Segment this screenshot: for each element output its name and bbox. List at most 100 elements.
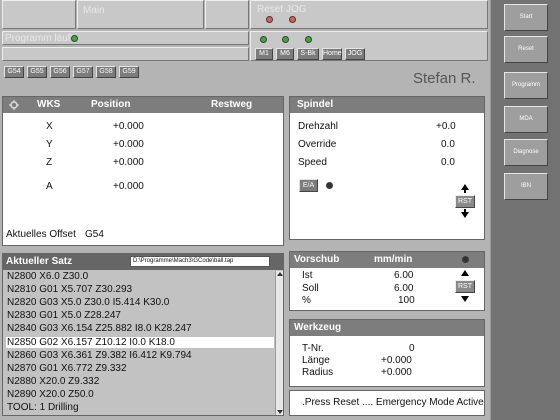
gcode-line[interactable]: N2890 X20.0 Z50.0	[6, 388, 274, 400]
g58-button[interactable]: G58	[96, 66, 116, 78]
werkzeug-title: Werkzeug	[294, 322, 342, 333]
offset-label: Aktuelles Offset	[6, 229, 76, 240]
g56-button[interactable]: G56	[50, 66, 70, 78]
m1-button[interactable]: M1	[255, 48, 273, 60]
speed-value: 0.0	[441, 157, 455, 168]
radius-label: Radius	[302, 367, 334, 378]
single-block-button[interactable]: S-Bk	[297, 48, 319, 60]
spindel-header: Spindel	[290, 97, 484, 113]
axis-a-label: A	[46, 181, 53, 192]
wks-settings-icon	[9, 100, 19, 113]
mda-button[interactable]: MDA	[504, 106, 548, 133]
gcode-line-current[interactable]: N2850 G02 X6.157 Z10.12 I0.0 K18.0	[6, 336, 274, 348]
vorschub-header: Vorschub mm/min	[290, 252, 484, 268]
percent-value: 100	[398, 295, 415, 306]
vorschub-title: Vorschub	[294, 254, 340, 265]
vorschub-unit: mm/min	[374, 254, 413, 265]
message-bar: .Press Reset .... Emergency Mode Active.	[289, 390, 485, 416]
jog-indicator-led	[289, 16, 296, 23]
status-box: Reset JOG	[250, 0, 488, 29]
wks-header: WKS Position Restweg	[3, 97, 283, 113]
axis-y-position: +0.000	[113, 139, 144, 150]
scroll-up-icon[interactable]	[277, 272, 283, 276]
top-mid-box	[205, 0, 249, 29]
ea-led	[326, 182, 333, 189]
gcode-line[interactable]: N2880 X20.0 Z9.332	[6, 375, 274, 387]
m1-led	[260, 36, 267, 43]
start-button[interactable]: Start	[504, 4, 548, 31]
ea-button[interactable]: E/A	[299, 179, 318, 192]
ist-label: Ist	[302, 270, 313, 281]
file-path-field[interactable]: D:\Programme\Mach3\GCode\ball.tap	[130, 256, 270, 267]
gcode-line[interactable]: N2830 G01 X5.0 Z28.247	[6, 310, 274, 322]
diagnose-button[interactable]: Diagnose	[504, 139, 548, 166]
mode-label: Main	[83, 5, 105, 16]
scroll-down-icon[interactable]	[277, 410, 283, 414]
gcode-line[interactable]: N2810 G01 X5.707 Z30.293	[6, 284, 274, 296]
spindel-title: Spindel	[297, 99, 334, 110]
feed-rst-button[interactable]: RST	[455, 280, 475, 293]
axis-x-label: X	[46, 121, 53, 132]
laenge-label: Länge	[302, 355, 330, 366]
right-sidebar: Start Reset Programm MDA Diagnose IBN	[490, 0, 560, 420]
g55-button[interactable]: G55	[27, 66, 47, 78]
axis-z-label: Z	[46, 157, 53, 168]
feed-down-arrow-icon[interactable]	[461, 296, 469, 302]
reset-label: Reset	[257, 4, 284, 15]
program-status-text: Programm läuft	[5, 33, 74, 44]
home-button[interactable]: Home	[322, 48, 342, 60]
gcode-line[interactable]: N2840 G03 X6.154 Z25.882 I8.0 K28.247	[6, 323, 274, 335]
program-status-bar: Programm läuft	[2, 31, 249, 45]
spindle-rst-button[interactable]: RST	[455, 195, 475, 208]
ist-value: 6.00	[394, 270, 414, 281]
mode-box: Main	[77, 0, 204, 29]
tnr-label: T-Nr.	[302, 343, 324, 354]
spindle-up-arrow-stem	[464, 190, 466, 193]
message-text: .Press Reset .... Emergency Mode Active.	[302, 397, 485, 408]
sbk-led	[305, 36, 312, 43]
gcode-scrollbar[interactable]	[275, 271, 283, 415]
soll-value: 6.00	[394, 283, 414, 294]
speed-label: Speed	[298, 157, 327, 168]
axis-a-position: +0.000	[113, 181, 144, 192]
werkzeug-header: Werkzeug	[290, 320, 484, 336]
spindle-down-arrow-icon[interactable]	[461, 212, 469, 218]
programm-button[interactable]: Programm	[504, 72, 548, 99]
gcode-line[interactable]: N2860 G03 X6.361 Z9.382 I6.412 K9.794	[6, 349, 274, 361]
g57-button[interactable]: G57	[73, 66, 93, 78]
aktueller-satz-panel: Aktueller Satz D:\Programme\Mach3\GCode\…	[2, 253, 284, 416]
top-left-box	[2, 0, 76, 29]
wks-title: WKS	[37, 99, 61, 110]
jog-label: JOG	[286, 4, 307, 15]
gcode-line[interactable]: N2800 X6.0 Z30.0	[6, 271, 274, 282]
drehzahl-label: Drehzahl	[298, 121, 339, 132]
program-running-led	[71, 35, 78, 42]
axis-y-label: Y	[46, 139, 53, 150]
axis-z-position: +0.000	[113, 157, 144, 168]
tnr-value: 0	[409, 343, 415, 354]
operator-name: Stefan R.	[413, 70, 476, 87]
drehzahl-value: +0.0	[436, 121, 456, 132]
laenge-value: +0.000	[381, 355, 412, 366]
empty-status-bar	[2, 47, 249, 61]
g54-button[interactable]: G54	[4, 66, 24, 78]
radius-value: +0.000	[381, 367, 412, 378]
g59-button[interactable]: G59	[119, 66, 139, 78]
axis-x-position: +0.000	[113, 121, 144, 132]
m6-button[interactable]: M6	[276, 48, 294, 60]
offset-value: G54	[85, 229, 104, 240]
jog-button[interactable]: JOG	[345, 48, 365, 60]
reset-indicator-led	[266, 16, 273, 23]
vorschub-panel: Vorschub mm/min Ist 6.00 Soll 6.00 % 100…	[289, 251, 485, 311]
ibn-button[interactable]: IBN	[504, 173, 548, 200]
werkzeug-panel: Werkzeug T-Nr. 0 Länge +0.000 Radius +0.…	[289, 319, 485, 387]
override-label: Override	[298, 139, 337, 150]
gcode-line[interactable]: TOOL: 1 Drilling	[6, 402, 274, 413]
gcode-line[interactable]: N2820 G03 X5.0 Z30.0 I5.414 K30.0	[6, 297, 274, 309]
gcode-line[interactable]: N2870 G01 X6.772 Z9.332	[6, 362, 274, 374]
m6-led	[282, 36, 289, 43]
soll-label: Soll	[302, 283, 319, 294]
reset-button[interactable]: Reset	[504, 36, 548, 63]
percent-label: %	[302, 295, 311, 306]
feed-up-arrow-icon[interactable]	[461, 270, 469, 276]
